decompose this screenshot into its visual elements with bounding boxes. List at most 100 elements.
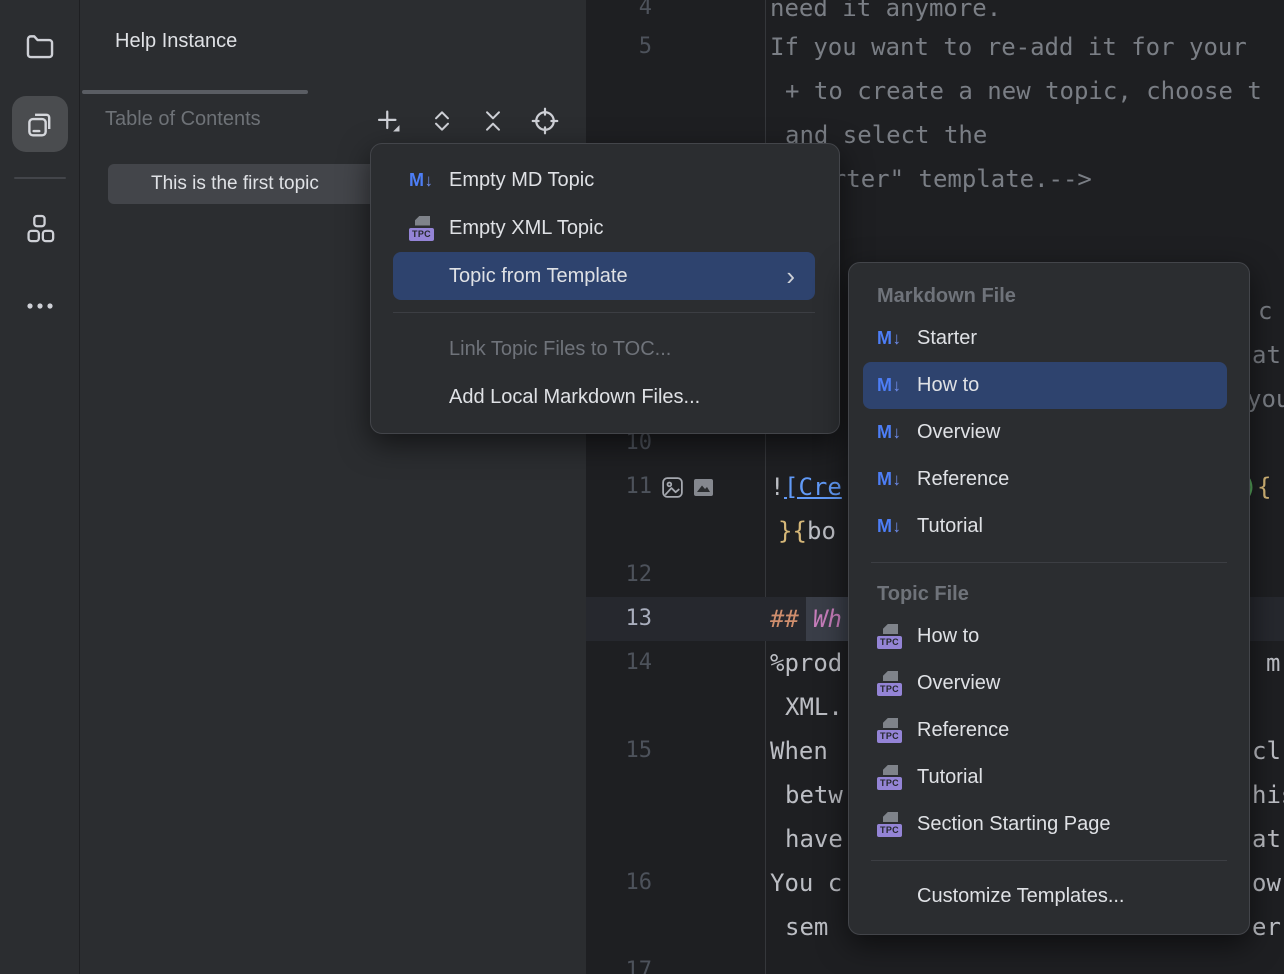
menu-item-customize-templates[interactable]: Customize Templates... [849, 873, 1249, 920]
menu-item-overview[interactable]: TPC Overview [849, 660, 1249, 707]
tpc-icon-slot: TPC [877, 671, 917, 696]
locate-open-file-button[interactable] [530, 106, 560, 136]
ellipsis-icon [23, 289, 57, 323]
menu-item-section-starting-page[interactable]: TPC Section Starting Page [849, 801, 1249, 848]
code-segment: + to create a new topic, choose t [785, 69, 1262, 113]
code-segment: }{ [778, 509, 807, 553]
code-segment: ## [770, 597, 799, 641]
menu-item-reference[interactable]: M↓Reference [849, 456, 1249, 503]
structure-tool-button[interactable] [12, 200, 68, 256]
menu-item-label: Overview [917, 672, 1000, 695]
md-icon-slot: M↓ [877, 516, 917, 537]
table-of-contents-label: Table of Contents [105, 108, 261, 131]
markdown-file-icon: M↓ [877, 375, 901, 396]
code-segment: his [1252, 773, 1284, 817]
menu-section-markdown-file: Markdown File [849, 277, 1249, 315]
menu-item-label: How to [917, 374, 979, 397]
instances-icon [23, 107, 57, 141]
code-segment: Wh [806, 597, 852, 641]
tpc-icon-slot: TPC [877, 765, 917, 790]
menu-item-tutorial[interactable]: M↓ Tutorial [849, 503, 1249, 550]
menu-item-label: Empty MD Topic [449, 169, 594, 192]
menu-item-label: Link Topic Files to TOC... [449, 338, 671, 361]
code-segment: bo [807, 509, 836, 553]
code-segment: at [1252, 817, 1281, 861]
menu-item-tutorial[interactable]: TPCTutorial [849, 754, 1249, 801]
code-segment: have [785, 817, 843, 861]
code-segment: you [1247, 377, 1284, 421]
menu-item-label: Section Starting Page [917, 813, 1110, 836]
editor-row: + to create a new topic, choose t [586, 69, 1284, 113]
menu-item-how-to[interactable]: M↓ How to [863, 362, 1227, 409]
code-segment: er [1252, 905, 1281, 949]
menu-item-how-to[interactable]: TPC How to [849, 613, 1249, 660]
menu-item-reference[interactable]: TPCReference [849, 707, 1249, 754]
menu-item-overview[interactable]: M↓Overview [849, 409, 1249, 456]
code-segment: If you want to re-add it for your [770, 25, 1247, 69]
activity-bar-divider [14, 177, 66, 179]
code-segment: When [770, 729, 828, 773]
menu-item-label: Starter [917, 327, 977, 350]
gutter-image-preview-icons[interactable] [660, 474, 713, 500]
code-segment: %prod [770, 641, 842, 685]
markdown-file-icon: M↓ [877, 516, 901, 537]
markdown-file-icon: M↓ [877, 469, 901, 490]
menu-separator [871, 860, 1227, 861]
markdown-file-icon: M↓ [877, 328, 901, 349]
md-icon-slot: M↓ [877, 328, 917, 349]
editor-row: 5 If you want to re-add it for your [586, 25, 1284, 69]
line-number: 5 [586, 25, 652, 69]
expand-all-button[interactable] [427, 106, 457, 136]
menu-item-label: Add Local Markdown Files... [449, 386, 700, 409]
menu-item-empty-md-topic[interactable]: M↓ Empty MD Topic [371, 156, 839, 204]
menu-item-link-topic-files-to-toc[interactable]: Link Topic Files to TOC... [371, 325, 839, 373]
tpc-icon-slot: TPC [877, 718, 917, 743]
menu-item-label: Overview [917, 421, 1000, 444]
line-number: 15 [586, 729, 652, 773]
help-instance-tool-button[interactable] [12, 96, 68, 152]
collapse-all-button[interactable] [478, 106, 508, 136]
line-number: 16 [586, 861, 652, 905]
menu-item-label: Empty XML Topic [449, 217, 604, 240]
structure-icon [24, 212, 56, 244]
plus-dropdown-icon [375, 107, 403, 135]
active-tab-underline [82, 90, 308, 94]
menu-section-topic-file: Topic File [849, 575, 1249, 613]
code-segment: You c [770, 861, 842, 905]
tool-window-title: Help Instance [115, 30, 237, 53]
topic-file-icon: TPC [877, 671, 904, 696]
menu-item-label: Tutorial [917, 766, 983, 789]
menu-separator [871, 562, 1227, 563]
topic-file-icon: TPC [409, 216, 436, 241]
code-segment: { [1257, 465, 1271, 509]
image-filled-icon [694, 479, 713, 496]
menu-item-starter[interactable]: M↓ Starter [849, 315, 1249, 362]
editor-row: 17 [586, 949, 1284, 974]
topic-file-icon: TPC [877, 812, 904, 837]
topic-file-icon: TPC [877, 624, 904, 649]
tpc-icon-slot: TPC [409, 216, 449, 241]
more-tools-button[interactable] [12, 278, 68, 334]
tpc-icon-slot: TPC [877, 624, 917, 649]
markdown-file-icon: M↓ [409, 170, 433, 191]
menu-item-topic-from-template[interactable]: Topic from Template› [393, 252, 815, 300]
menu-item-label: Tutorial [917, 515, 983, 538]
topic-file-icon: TPC [877, 718, 904, 743]
md-icon-slot: M↓ [877, 422, 917, 443]
md-icon-slot: M↓ [877, 375, 917, 396]
expand-all-icon [429, 108, 455, 134]
new-topic-menu: M↓ Empty MD Topic TPC Empty XML Topic Topic … [370, 143, 840, 434]
crosshair-icon [531, 107, 559, 135]
line-number: 14 [586, 641, 652, 685]
folder-icon [23, 28, 57, 62]
menu-item-label: Topic from Template [449, 265, 628, 288]
menu-item-empty-xml-topic[interactable]: TPC Empty XML Topic [371, 204, 839, 252]
add-topic-button[interactable] [374, 106, 404, 136]
code-segment: [Cre [784, 465, 842, 509]
project-tool-button[interactable] [12, 17, 68, 73]
code-segment: ! [770, 465, 784, 509]
menu-item-add-local-markdown-files[interactable]: Add Local Markdown Files... [371, 373, 839, 421]
line-number: 12 [586, 553, 652, 597]
menu-item-label: How to [917, 625, 979, 648]
code-segment: XML. [785, 685, 843, 729]
